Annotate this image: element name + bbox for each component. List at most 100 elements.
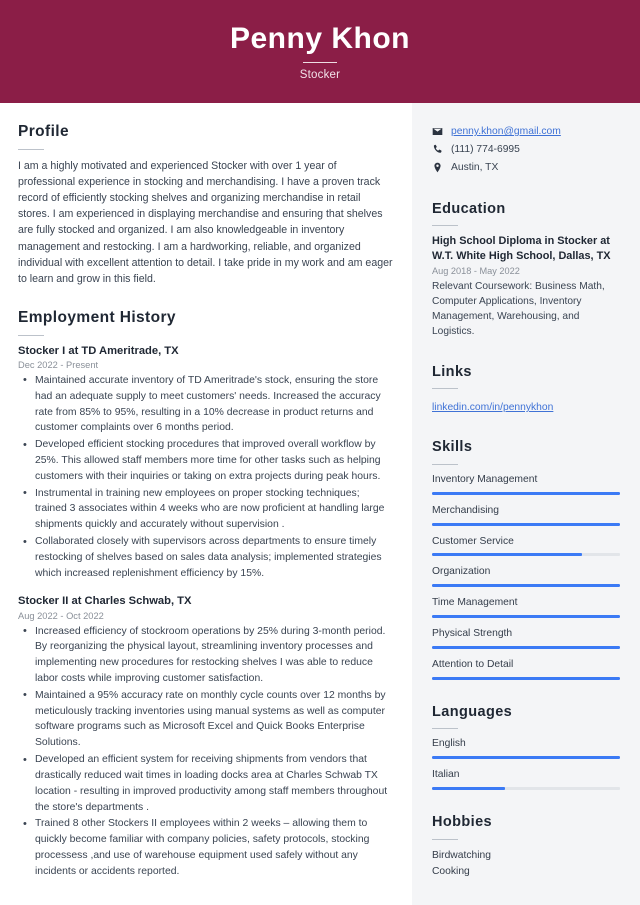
job-bullet: Increased efficiency of stockroom operat…: [18, 623, 394, 687]
language-label: English: [432, 738, 466, 750]
language-meter-track: [432, 787, 620, 791]
skill-row: Time Management: [432, 596, 620, 619]
job-title: Stocker I at TD Ameritrade, TX: [18, 344, 179, 357]
contact-location-value: Austin, TX: [451, 161, 499, 173]
skill-meter-track: [432, 584, 620, 588]
skill-row: Inventory Management: [432, 473, 620, 495]
employment-entry: Stocker I at TD Ameritrade, TX Dec 2022 …: [18, 344, 394, 582]
employment-heading: Employment History: [18, 309, 176, 327]
envelope-icon: [432, 125, 446, 137]
skill-meter-track: [432, 553, 620, 557]
job-dates: Dec 2022 - Present: [18, 359, 99, 370]
skills-heading-divider: [432, 463, 458, 465]
main-column: Profile I am a highly motivated and expe…: [0, 103, 412, 905]
skill-label: Inventory Management: [432, 473, 538, 485]
links-section: Links linkedin.com/in/pennykhon: [432, 364, 620, 416]
language-row: Italian: [432, 768, 620, 791]
links-heading: Links: [432, 363, 472, 380]
language-meter-fill: [432, 787, 506, 791]
hobby-item: Cooking: [432, 866, 470, 878]
skill-meter-track: [432, 522, 620, 526]
education-dates: Aug 2018 - May 2022: [432, 266, 520, 277]
education-section: Education High School Diploma in Stocker…: [432, 201, 620, 340]
skill-meter-fill: [432, 584, 620, 588]
skill-meter-fill: [432, 676, 620, 680]
skill-label: Organization: [432, 566, 491, 578]
linkedin-link[interactable]: linkedin.com/in/pennykhon: [432, 401, 553, 415]
contact-email-link[interactable]: penny.khon@gmail.com: [451, 125, 561, 139]
resume-header: Penny Khon Stocker: [0, 0, 640, 103]
candidate-job-title: Stocker: [299, 69, 341, 81]
language-label: Italian: [432, 769, 460, 781]
header-divider: [303, 62, 337, 63]
employment-section: Employment History Stocker I at TD Ameri…: [18, 309, 394, 879]
job-bullet: Instrumental in training new employees o…: [18, 485, 394, 533]
skill-label: Merchandising: [432, 504, 499, 516]
hobby-item: Birdwatching: [432, 849, 491, 861]
sidebar-column: penny.khon@gmail.com (111) 774-6995 Aust…: [412, 103, 640, 905]
contact-row-email: penny.khon@gmail.com: [432, 125, 620, 139]
education-entry: High School Diploma in Stocker at W.T. W…: [432, 234, 620, 339]
skill-meter-track: [432, 615, 620, 619]
skill-meter-track: [432, 491, 620, 495]
language-meter-track: [432, 756, 620, 760]
job-title: Stocker II at Charles Schwab, TX: [18, 595, 192, 608]
skill-row: Attention to Detail: [432, 658, 620, 680]
job-bullet-list: Increased efficiency of stockroom operat…: [18, 623, 394, 880]
languages-heading: Languages: [432, 703, 513, 720]
hobbies-heading-divider: [432, 838, 458, 840]
skill-meter-fill: [432, 522, 620, 526]
location-pin-icon: [432, 161, 446, 173]
skill-label: Time Management: [432, 597, 518, 609]
education-heading-divider: [432, 225, 458, 227]
resume-body: Profile I am a highly motivated and expe…: [0, 103, 640, 905]
contact-phone-value: (111) 774-6995: [451, 143, 520, 155]
profile-text: I am a highly motivated and experienced …: [18, 159, 393, 286]
links-heading-divider: [432, 387, 458, 389]
education-title: High School Diploma in Stocker at W.T. W…: [432, 235, 611, 263]
job-dates: Aug 2022 - Oct 2022: [18, 610, 104, 621]
languages-section: Languages English Italian: [432, 703, 620, 791]
job-bullet: Trained 8 other Stockers II employees wi…: [18, 816, 394, 879]
skill-label: Customer Service: [432, 535, 514, 547]
skill-meter-fill: [432, 646, 620, 650]
profile-section: Profile I am a highly motivated and expe…: [18, 123, 394, 287]
phone-icon: [432, 143, 446, 155]
hobbies-section: Hobbies Birdwatching Cooking: [432, 814, 620, 881]
job-bullet-list: Maintained accurate inventory of TD Amer…: [18, 372, 394, 582]
skill-row: Customer Service: [432, 535, 620, 557]
language-row: English: [432, 737, 620, 760]
skill-label: Physical Strength: [432, 628, 513, 640]
education-heading: Education: [432, 200, 506, 217]
job-bullet: Collaborated closely with supervisors ac…: [18, 534, 394, 581]
language-meter-fill: [432, 756, 620, 760]
skill-label: Attention to Detail: [432, 659, 514, 671]
job-spacer: [18, 583, 394, 594]
skill-meter-track: [432, 646, 620, 650]
skill-row: Merchandising: [432, 504, 620, 526]
skill-meter-fill: [432, 615, 620, 619]
job-bullet: Developed an efficient system for receiv…: [18, 752, 394, 815]
skill-row: Organization: [432, 565, 620, 588]
skill-meter-fill: [432, 491, 620, 495]
job-bullet: Maintained a 95% accuracy rate on monthl…: [18, 687, 394, 751]
resume-page: Penny Khon Stocker Profile I am a highly…: [0, 0, 640, 905]
profile-heading-divider: [18, 148, 44, 150]
contact-row-phone: (111) 774-6995: [432, 143, 620, 157]
skill-meter-track: [432, 676, 620, 680]
employment-entry: Stocker II at Charles Schwab, TX Aug 202…: [18, 594, 394, 879]
hobbies-heading: Hobbies: [432, 814, 492, 831]
job-bullet: Maintained accurate inventory of TD Amer…: [18, 372, 394, 436]
skill-meter-fill: [432, 553, 583, 557]
contact-section: penny.khon@gmail.com (111) 774-6995 Aust…: [432, 125, 620, 175]
skill-row: Physical Strength: [432, 627, 620, 650]
employment-heading-divider: [18, 334, 44, 336]
education-description: Relevant Coursework: Business Math, Comp…: [432, 281, 605, 338]
languages-heading-divider: [432, 728, 458, 730]
contact-row-location: Austin, TX: [432, 161, 620, 175]
job-bullet: Developed efficient stocking procedures …: [18, 437, 394, 484]
skills-heading: Skills: [432, 439, 473, 456]
profile-heading: Profile: [18, 123, 70, 140]
candidate-name: Penny Khon: [229, 22, 410, 55]
